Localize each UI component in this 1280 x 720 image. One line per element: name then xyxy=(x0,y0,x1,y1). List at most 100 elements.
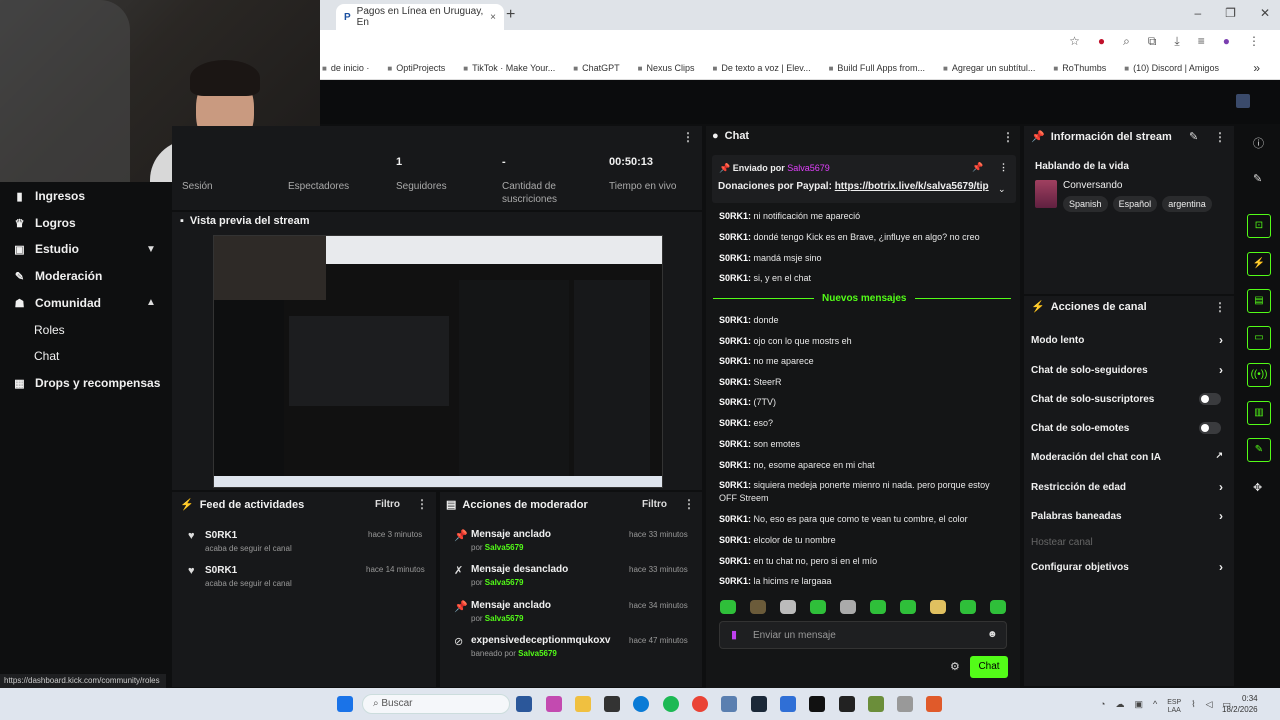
sidebar-item-logros[interactable]: ♛ Logros xyxy=(14,216,76,230)
new-tab-button[interactable]: + xyxy=(506,6,515,24)
mod-action-user[interactable]: Salva5679 xyxy=(485,578,524,587)
app-icon[interactable] xyxy=(780,696,796,712)
emote-icon[interactable] xyxy=(990,600,1006,614)
mod-menu-icon[interactable]: ⋮ xyxy=(683,497,695,511)
chat-username[interactable]: S0RK1: xyxy=(719,556,751,566)
chat-username[interactable]: S0RK1: xyxy=(719,439,751,449)
bookmark[interactable]: De texto a voz | Elev... xyxy=(713,63,810,73)
chat-message[interactable]: S0RK1: siquiera medeja ponerte mienro ni… xyxy=(719,479,1009,505)
gear-icon[interactable]: ⚙ xyxy=(950,660,960,673)
chat-username[interactable]: S0RK1: xyxy=(719,253,751,263)
cloud-icon[interactable]: ☁ xyxy=(1115,699,1124,715)
emote-icon[interactable] xyxy=(720,600,736,614)
rail-button-doc[interactable]: ▤ xyxy=(1247,289,1271,313)
mouse-app-icon[interactable] xyxy=(897,696,913,712)
chat-send-button[interactable]: Chat xyxy=(970,656,1008,678)
windows-start-icon[interactable] xyxy=(337,696,353,712)
chat-username[interactable]: S0RK1: xyxy=(719,535,751,545)
chrome-icon[interactable] xyxy=(692,696,708,712)
sidebar-item-comunidad[interactable]: ☗ Comunidad xyxy=(14,296,101,310)
activity-filter-button[interactable]: Filtro xyxy=(375,499,400,510)
network-icon[interactable]: ⌇ xyxy=(1191,699,1195,715)
spotify-icon[interactable] xyxy=(663,696,679,712)
bookmark[interactable]: Agregar un subtítul... xyxy=(943,63,1036,73)
emote-icon[interactable] xyxy=(900,600,916,614)
chat-username[interactable]: S0RK1: xyxy=(719,418,751,428)
bookmark[interactable]: OptiProjects xyxy=(387,63,445,73)
maximize-button[interactable]: ❐ xyxy=(1225,6,1236,20)
emote-icon[interactable] xyxy=(960,600,976,614)
tray-icon[interactable]: ▣ xyxy=(1134,699,1143,715)
chevron-up-icon[interactable]: ▲ xyxy=(146,297,156,308)
chat-message[interactable]: S0RK1: SteerR xyxy=(719,376,1009,389)
star-icon[interactable]: ☆ xyxy=(1069,34,1080,49)
chat-username[interactable]: S0RK1: xyxy=(719,273,751,283)
chat-username[interactable]: S0RK1: xyxy=(719,315,751,325)
sidebar-item-chat[interactable]: Chat xyxy=(34,349,59,363)
pinned-by-user[interactable]: Salva5679 xyxy=(787,163,830,173)
sidebar-item-estudio[interactable]: ▣ Estudio xyxy=(14,242,79,256)
chat-message[interactable]: S0RK1: en tu chat no, pero si en el mío xyxy=(719,555,1009,568)
emoji-icon[interactable]: ☻ xyxy=(987,629,998,640)
zoom-icon[interactable]: ⌕ xyxy=(1123,34,1130,49)
chat-message[interactable]: S0RK1: (7TV) xyxy=(719,396,1009,409)
copilot-icon[interactable] xyxy=(546,696,562,712)
channel-action-ai-moderation[interactable]: Moderación del chat con IA ↗ xyxy=(1031,450,1227,463)
taskview-icon[interactable] xyxy=(516,696,532,712)
chat-username[interactable]: S0RK1: xyxy=(719,211,751,221)
mic-icon[interactable]: ▮ xyxy=(731,628,737,641)
channel-actions-menu-icon[interactable]: ⋮ xyxy=(1214,300,1226,314)
chat-username[interactable]: S0RK1: xyxy=(719,232,751,242)
emotes-only-toggle[interactable] xyxy=(1199,422,1221,434)
rail-button-chat[interactable]: ▭ xyxy=(1247,326,1271,350)
chat-message[interactable]: S0RK1: eso? xyxy=(719,417,1009,430)
stream-info-menu-icon[interactable]: ⋮ xyxy=(1214,130,1226,144)
file-explorer-icon[interactable] xyxy=(575,696,591,712)
bookmark[interactable]: RoThumbs xyxy=(1053,63,1106,73)
chat-username[interactable]: S0RK1: xyxy=(719,356,751,366)
close-window-button[interactable]: ✕ xyxy=(1260,6,1270,20)
emote-icon[interactable] xyxy=(750,600,766,614)
chat-message[interactable]: S0RK1: son emotes xyxy=(719,438,1009,451)
chevron-up-icon[interactable]: ^ xyxy=(1153,699,1157,715)
emote-icon[interactable] xyxy=(870,600,886,614)
pencil-icon[interactable]: ✎ xyxy=(1253,172,1262,185)
bookmark[interactable]: ChatGPT xyxy=(573,63,620,73)
chat-message[interactable]: S0RK1: mandá msje sino xyxy=(719,252,1009,265)
sidebar-item-moderacion[interactable]: ✎ Moderación xyxy=(14,269,102,283)
channel-action-followers-only[interactable]: Chat de solo-seguidores › xyxy=(1031,363,1227,377)
puzzle-icon[interactable]: ✥ xyxy=(1253,481,1262,494)
menu-icon[interactable]: ⋮ xyxy=(1248,34,1260,49)
profile-avatar[interactable]: ● xyxy=(1223,34,1230,49)
stream-preview-video[interactable] xyxy=(213,235,663,488)
channel-action-slow-mode[interactable]: Modo lento › xyxy=(1031,333,1227,347)
chat-input[interactable]: Enviar un mensaje xyxy=(719,621,1007,649)
rail-button-list[interactable]: ▥ xyxy=(1247,401,1271,425)
chat-username[interactable]: S0RK1: xyxy=(719,336,751,346)
edit-icon[interactable]: ✎ xyxy=(1189,130,1198,143)
chat-username[interactable]: S0RK1: xyxy=(719,480,751,490)
bookmark[interactable]: Nexus Clips xyxy=(638,63,695,73)
info-icon[interactable]: ⓘ xyxy=(1253,135,1264,151)
sidebar-item-drops[interactable]: ▦ Drops y recompensas xyxy=(14,376,160,390)
steam-icon[interactable] xyxy=(751,696,767,712)
chat-message[interactable]: S0RK1: la hicims re largaaa xyxy=(719,575,1009,588)
chat-message[interactable]: S0RK1: elcolor de tu nombre xyxy=(719,534,1009,547)
mod-filter-button[interactable]: Filtro xyxy=(642,499,667,510)
chat-username[interactable]: S0RK1: xyxy=(719,514,751,524)
channel-action-age-restriction[interactable]: Restricción de edad › xyxy=(1031,480,1227,494)
emote-icon[interactable] xyxy=(930,600,946,614)
playlist-icon[interactable]: ≡ xyxy=(1198,34,1205,49)
bookmark[interactable]: TikTok · Make Your... xyxy=(463,63,555,73)
record-icon[interactable]: ● xyxy=(1098,34,1105,49)
chat-username[interactable]: S0RK1: xyxy=(719,576,751,586)
rail-button-camera[interactable]: ⊡ xyxy=(1247,214,1271,238)
chat-message[interactable]: S0RK1: No, eso es para que como te vean … xyxy=(719,513,1009,526)
tab-close-icon[interactable]: × xyxy=(490,12,496,23)
unpin-icon[interactable]: 📌 xyxy=(972,162,983,173)
app-icon[interactable] xyxy=(926,696,942,712)
download-icon[interactable]: ⤓ xyxy=(1174,34,1179,49)
pinned-link[interactable]: https://botrix.live/k/salva5679/tip xyxy=(835,181,989,192)
rail-button-broadcast[interactable]: ((•)) xyxy=(1247,363,1271,387)
chat-message[interactable]: S0RK1: no me aparece xyxy=(719,355,1009,368)
